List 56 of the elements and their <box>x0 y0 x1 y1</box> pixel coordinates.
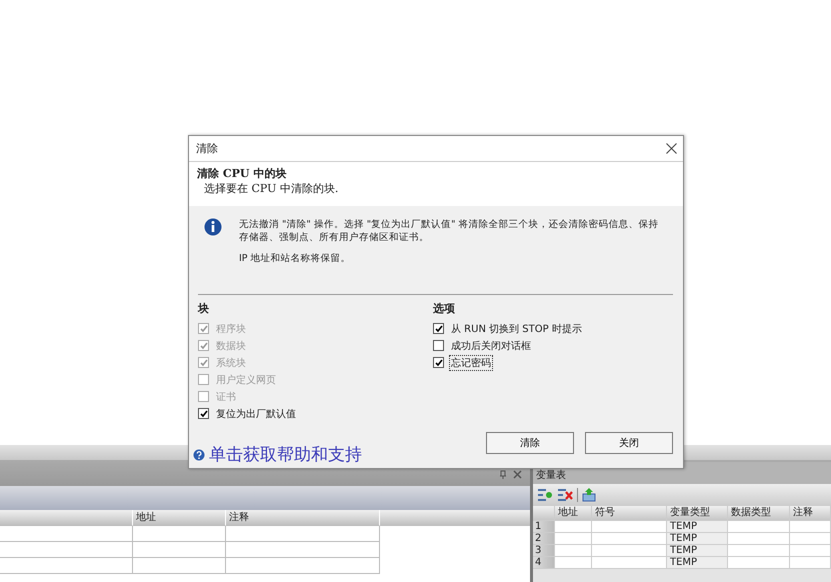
table-cell <box>555 533 592 545</box>
table-cell <box>555 521 592 533</box>
dialog-heading: 清除 CPU 中的块 <box>197 166 288 181</box>
checkbox[interactable] <box>433 323 444 334</box>
help-icon <box>193 448 205 460</box>
warning-text: 无法撤消 "清除" 操作。选择 "复位为出厂默认值" 将清除全部三个块，还会清除密码信息、保持存储器、强制点、所有用户存储区和证书。 <box>239 218 660 244</box>
checkbox-label: 忘记密码 <box>449 354 493 370</box>
table-cell <box>728 557 790 569</box>
table-cell: TEMP <box>667 533 728 545</box>
section-heading: 块 <box>198 301 210 316</box>
pin-icon[interactable] <box>499 470 507 478</box>
column-header: 注释 <box>790 506 831 521</box>
table-cell <box>790 533 831 545</box>
column-header: 地址 <box>555 506 592 521</box>
table-cell: TEMP <box>667 521 728 533</box>
note-text: IP 地址和站名称将保留。 <box>239 252 352 265</box>
info-icon <box>204 218 222 236</box>
checkbox-label: 用户定义网页 <box>215 374 277 388</box>
table-cell <box>728 533 790 545</box>
column-header: 地址 <box>133 510 226 526</box>
delete-row-icon[interactable] <box>557 488 573 502</box>
dialog-subheading: 选择要在 CPU 中清除的块. <box>203 181 340 196</box>
table-cell: TEMP <box>667 545 728 557</box>
dialog-title: 清除 <box>196 141 218 156</box>
row-number: 4 <box>533 557 555 569</box>
close-icon[interactable] <box>666 143 677 154</box>
checkbox-label: 数据块 <box>215 340 247 354</box>
dialog-button[interactable]: 关闭 <box>585 432 673 454</box>
table-cell <box>790 557 831 569</box>
checkbox-label: 成功后关闭对话框 <box>450 340 532 354</box>
checkbox-label: 从 RUN 切换到 STOP 时提示 <box>450 322 583 336</box>
column-header: 符号 <box>592 506 667 521</box>
table-cell: TEMP <box>667 557 728 569</box>
checkbox-label: 系统块 <box>215 356 247 370</box>
table-cell <box>555 545 592 557</box>
row-number: 2 <box>533 533 555 545</box>
table-cell <box>790 521 831 533</box>
table-cell <box>555 557 592 569</box>
row-number: 1 <box>533 521 555 533</box>
table-cell <box>790 545 831 557</box>
column-header: 注释 <box>226 510 380 526</box>
help-link[interactable]: 单击获取帮助和支持 <box>209 443 362 466</box>
checkbox-label: 复位为出厂默认值 <box>215 408 297 422</box>
section-heading: 选项 <box>433 301 456 316</box>
dialog-button[interactable]: 清除 <box>486 432 574 454</box>
checkbox-label: 程序块 <box>215 322 247 336</box>
checkbox-label: 证书 <box>215 390 237 404</box>
column-header: 数据类型 <box>728 506 790 521</box>
row-number: 3 <box>533 545 555 557</box>
add-row-icon[interactable] <box>537 488 553 502</box>
checkbox[interactable] <box>198 408 209 419</box>
table-cell <box>728 545 790 557</box>
checkbox[interactable] <box>433 340 444 351</box>
table-cell <box>728 521 790 533</box>
upload-icon[interactable] <box>582 488 596 502</box>
checkbox[interactable] <box>433 357 444 368</box>
